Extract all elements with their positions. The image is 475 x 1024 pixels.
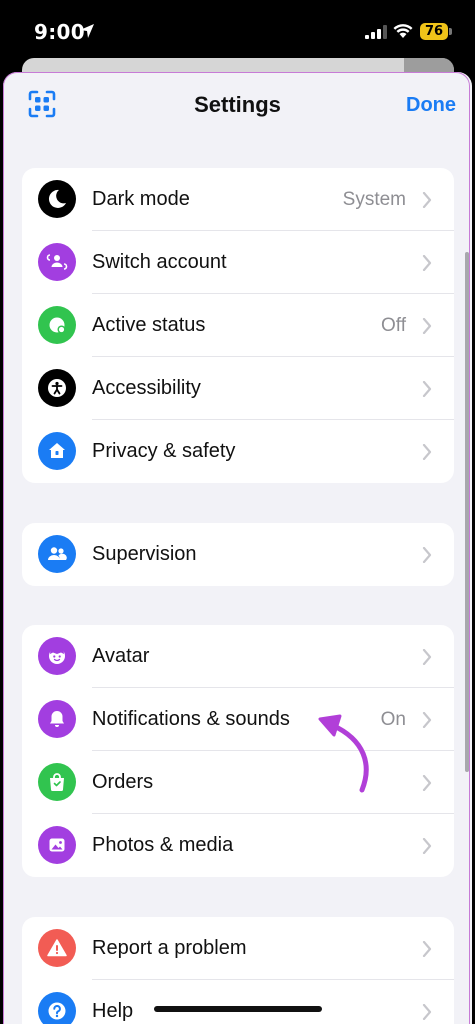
annotation-arrow-icon (318, 714, 369, 793)
home-indicator (154, 1006, 322, 1012)
chevron-right-icon (422, 775, 432, 791)
chevron-right-icon (422, 318, 432, 334)
settings-sheet: Settings Done Dark mode System Switch ac… (3, 72, 472, 1024)
chevron-right-icon (422, 712, 432, 728)
row-label: Help (92, 1000, 134, 1022)
page-title: Settings (194, 92, 281, 117)
row-label: Report a problem (92, 937, 247, 959)
row-label: Active status (92, 314, 206, 336)
row-dark-mode[interactable]: Dark mode System (22, 168, 454, 231)
row-active-status[interactable]: Active status Off (22, 294, 454, 357)
battery-nub (449, 28, 452, 35)
row-label: Notifications & sounds (92, 708, 290, 730)
cellular-signal-icon (365, 25, 387, 39)
status-time: 9:00 (34, 20, 85, 44)
row-help[interactable]: Help (22, 980, 454, 1024)
row-label: Orders (92, 771, 154, 793)
row-accessibility[interactable]: Accessibility (22, 357, 454, 420)
row-switch-account[interactable]: Switch account (22, 231, 454, 294)
chevron-right-icon (422, 547, 432, 563)
sheet-header: Settings Done (3, 72, 472, 138)
wifi-icon (393, 24, 413, 38)
help-icon (38, 992, 76, 1024)
row-report-problem[interactable]: Report a problem (22, 917, 454, 980)
row-value: System (342, 188, 406, 210)
chevron-right-icon (422, 381, 432, 397)
moon-icon (38, 180, 76, 218)
row-supervision[interactable]: Supervision (22, 523, 454, 586)
screen: 9:00 76 Settings Done Dark mode System S… (0, 0, 475, 1024)
row-label: Supervision (92, 543, 197, 565)
photo-icon (38, 826, 76, 864)
chevron-right-icon (422, 255, 432, 271)
row-avatar[interactable]: Avatar (22, 625, 454, 688)
switch-account-icon (38, 243, 76, 281)
location-arrow-icon (80, 24, 94, 38)
active-status-icon (38, 306, 76, 344)
supervision-people-icon (38, 535, 76, 573)
row-photos-media[interactable]: Photos & media (22, 814, 454, 877)
privacy-house-icon (38, 432, 76, 470)
row-value: Off (381, 314, 406, 336)
scrollbar[interactable] (465, 252, 469, 772)
row-label: Privacy & safety (92, 440, 236, 462)
status-bar: 9:00 76 (0, 0, 475, 60)
chevron-right-icon (422, 444, 432, 460)
settings-group-supervision: Supervision (22, 523, 454, 586)
chevron-right-icon (422, 649, 432, 665)
chevron-right-icon (422, 941, 432, 957)
avatar-face-icon (38, 637, 76, 675)
bell-icon (38, 700, 76, 738)
accessibility-icon (38, 369, 76, 407)
row-label: Photos & media (92, 834, 234, 856)
row-label: Dark mode (92, 188, 190, 210)
row-label: Avatar (92, 645, 150, 667)
row-label: Switch account (92, 251, 227, 273)
settings-group-general: Dark mode System Switch account Active s… (22, 168, 454, 483)
chevron-right-icon (422, 838, 432, 854)
chevron-right-icon (422, 1004, 432, 1020)
row-label: Accessibility (92, 377, 201, 399)
battery-indicator: 76 (420, 23, 448, 40)
chevron-right-icon (422, 192, 432, 208)
row-privacy-safety[interactable]: Privacy & safety (22, 420, 454, 483)
shopping-bag-icon (38, 763, 76, 801)
done-button[interactable]: Done (406, 94, 456, 117)
warning-icon (38, 929, 76, 967)
